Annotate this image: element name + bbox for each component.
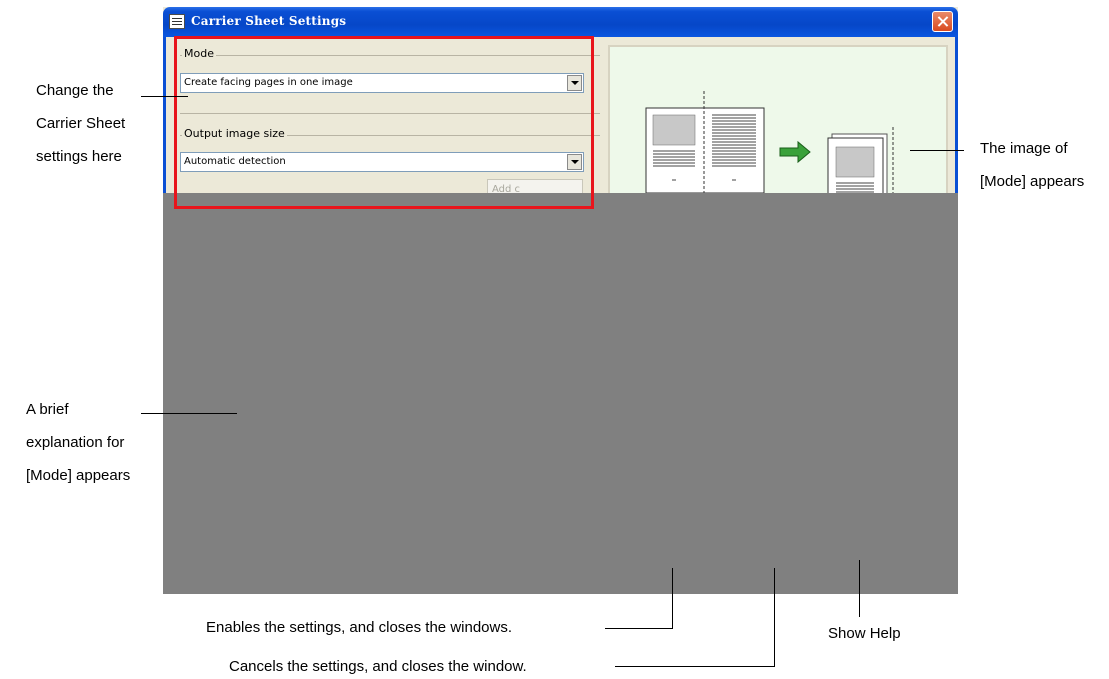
annotation-brief-explanation-line2: explanation for — [26, 434, 125, 451]
green-arrow-icon — [779, 140, 811, 164]
leader-line — [615, 666, 775, 667]
masked-area — [163, 193, 958, 594]
title-bar[interactable]: Carrier Sheet Settings — [163, 7, 958, 37]
annotation-change-settings-line1: Change the — [36, 82, 114, 99]
annotation-ok-description: Enables the settings, and closes the win… — [206, 619, 513, 636]
annotation-brief-explanation-line3: [Mode] appears — [26, 467, 131, 484]
leader-line — [605, 628, 673, 629]
annotation-brief-explanation-line1: A brief — [26, 401, 69, 418]
annotation-cancel-description: Cancels the settings, and closes the win… — [229, 658, 527, 675]
facing-pages-illustration — [645, 91, 894, 209]
window-menu-icon[interactable] — [169, 14, 185, 29]
highlight-box — [174, 36, 594, 209]
close-button[interactable] — [932, 11, 953, 32]
annotation-image-of-mode-line2: [Mode] appears — [980, 173, 1085, 190]
leader-line — [141, 413, 237, 414]
annotation-change-settings-line2: Carrier Sheet — [36, 115, 126, 132]
mode-preview-image — [608, 45, 948, 209]
leader-line — [141, 96, 188, 97]
leader-line — [672, 568, 673, 629]
leader-line — [910, 150, 964, 151]
annotation-help-description: Show Help — [828, 625, 901, 642]
annotation-change-settings-line3: settings here — [36, 148, 122, 165]
leader-line — [859, 560, 860, 617]
annotation-image-of-mode-line1: The image of — [980, 140, 1068, 157]
window-title: Carrier Sheet Settings — [191, 14, 347, 28]
leader-line — [774, 568, 775, 667]
